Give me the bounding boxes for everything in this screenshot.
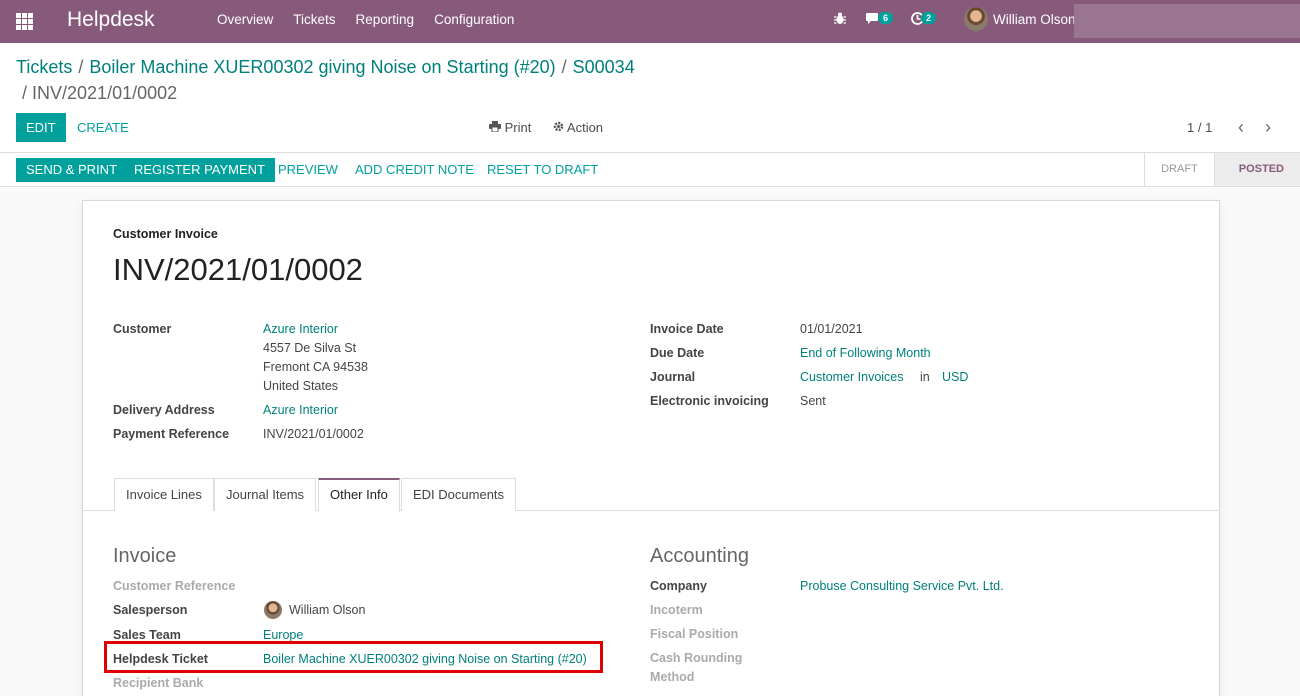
tab-edi-documents[interactable]: EDI Documents <box>401 478 517 511</box>
breadcrumb-tickets[interactable]: Tickets <box>16 57 72 77</box>
invoice-date-label: Invoice Date <box>650 322 724 336</box>
user-name: William Olson <box>993 11 1076 27</box>
journal-link[interactable]: Customer Invoices <box>800 370 904 384</box>
company-label: Company <box>650 579 707 593</box>
electronic-invoicing-value: Sent <box>800 394 826 408</box>
salesperson-label: Salesperson <box>113 603 188 617</box>
due-date-label: Due Date <box>650 346 705 360</box>
avatar <box>264 601 282 619</box>
add-credit-note-button[interactable]: ADD CREDIT NOTE <box>345 158 484 182</box>
create-button[interactable]: CREATE <box>67 113 139 142</box>
preview-button[interactable]: PREVIEW <box>268 158 348 182</box>
print-dropdown[interactable]: Print <box>489 120 531 135</box>
address-line-1: 4557 De Silva St <box>263 341 357 355</box>
payment-reference-value: INV/2021/01/0002 <box>263 427 364 441</box>
top-navbar: Helpdesk Overview Tickets Reporting Conf… <box>0 0 1300 43</box>
customer-link[interactable]: Azure Interior <box>263 322 338 336</box>
print-icon <box>489 120 501 135</box>
chevron-right-icon[interactable]: › <box>1265 117 1271 138</box>
app-title[interactable]: Helpdesk <box>67 8 155 32</box>
chevron-left-icon[interactable]: ‹ <box>1238 117 1244 138</box>
invoice-date-value: 01/01/2021 <box>800 322 863 336</box>
sales-team-link[interactable]: Europe <box>263 628 303 642</box>
breadcrumb-ticket[interactable]: Boiler Machine XUER00302 giving Noise on… <box>89 57 555 77</box>
action-dropdown[interactable]: Action <box>553 120 603 135</box>
breadcrumb-current: / INV/2021/01/0002 <box>22 83 178 103</box>
tab-other-info[interactable]: Other Info <box>318 478 400 512</box>
avatar <box>964 7 988 31</box>
document-type: Customer Invoice <box>113 227 218 241</box>
breadcrumb-current-label: INV/2021/01/0002 <box>32 83 178 103</box>
breadcrumb-sale-order[interactable]: S00034 <box>573 57 635 77</box>
apps-grid-icon[interactable] <box>16 13 33 30</box>
address-line-3: United States <box>263 379 339 393</box>
fiscal-position-label: Fiscal Position <box>650 627 739 641</box>
statusbar: SEND & PRINT REGISTER PAYMENT PREVIEW AD… <box>0 152 1300 187</box>
due-date-link[interactable]: End of Following Month <box>800 346 931 360</box>
edit-button[interactable]: EDIT <box>16 113 66 142</box>
tab-journal-items[interactable]: Journal Items <box>214 478 317 511</box>
send-print-button[interactable]: SEND & PRINT <box>16 158 128 182</box>
activity-menu[interactable]: 2 <box>911 12 937 28</box>
reset-to-draft-button[interactable]: RESET TO DRAFT <box>477 158 608 182</box>
print-label: Print <box>504 120 532 135</box>
chat-count-badge: 6 <box>878 12 894 24</box>
menu-configuration[interactable]: Configuration <box>434 12 514 27</box>
action-label: Action <box>566 120 604 135</box>
delivery-address-label: Delivery Address <box>113 403 215 417</box>
user-menu[interactable]: William Olson <box>964 7 1076 31</box>
salesperson-value: William Olson <box>289 603 366 617</box>
journal-in-text: in <box>920 370 930 384</box>
invoice-number: INV/2021/01/0002 <box>113 252 363 287</box>
gear-icon <box>553 120 564 135</box>
menu-reporting[interactable]: Reporting <box>356 12 415 27</box>
currency-link[interactable]: USD <box>942 370 968 384</box>
address-line-2: Fremont CA 94538 <box>263 360 368 374</box>
blurred-area <box>1074 4 1300 38</box>
payment-reference-label: Payment Reference <box>113 427 230 441</box>
accounting-group-title: Accounting <box>650 545 749 567</box>
activity-count-badge: 2 <box>921 12 937 24</box>
invoice-group-title: Invoice <box>113 545 177 567</box>
recipient-bank-label: Recipient Bank <box>113 676 204 690</box>
stage-posted[interactable]: POSTED <box>1213 153 1300 186</box>
company-link[interactable]: Probuse Consulting Service Pvt. Ltd. <box>800 579 1004 593</box>
cash-rounding-label: Cash Rounding <box>650 651 743 665</box>
highlight-box <box>104 641 603 673</box>
bug-icon[interactable] <box>834 12 846 28</box>
top-menu: Overview Tickets Reporting Configuration <box>217 12 534 27</box>
incoterm-label: Incoterm <box>650 603 703 617</box>
messaging-menu[interactable]: 6 <box>866 12 894 28</box>
menu-overview[interactable]: Overview <box>217 12 273 27</box>
customer-label: Customer <box>113 322 172 336</box>
cash-rounding-label-2: Method <box>650 670 695 684</box>
register-payment-button[interactable]: REGISTER PAYMENT <box>124 158 275 182</box>
journal-label: Journal <box>650 370 696 384</box>
status-stages: DRAFT POSTED <box>1144 153 1300 186</box>
electronic-invoicing-label: Electronic invoicing <box>650 394 769 408</box>
pager-value[interactable]: 1 / 1 <box>1187 120 1212 135</box>
stage-draft[interactable]: DRAFT <box>1144 153 1214 186</box>
breadcrumb: Tickets / Boiler Machine XUER00302 giving … <box>16 57 635 77</box>
customer-reference-label: Customer Reference <box>113 579 236 593</box>
menu-tickets[interactable]: Tickets <box>293 12 335 27</box>
tab-invoice-lines[interactable]: Invoice Lines <box>114 478 214 511</box>
sales-team-label: Sales Team <box>113 628 181 642</box>
delivery-address-link[interactable]: Azure Interior <box>263 403 338 417</box>
